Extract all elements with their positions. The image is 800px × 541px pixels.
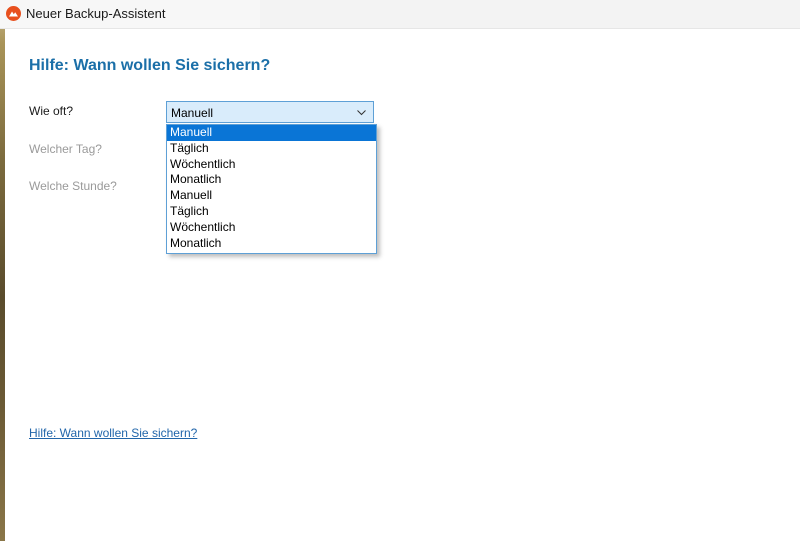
app-logo-icon — [6, 6, 21, 21]
dropdown-option[interactable]: Täglich — [167, 204, 376, 220]
day-label: Welcher Tag? — [29, 142, 102, 156]
hour-label: Welche Stunde? — [29, 179, 117, 193]
page-title: Hilfe: Wann wollen Sie sichern? — [29, 57, 271, 74]
frequency-combobox[interactable]: Manuell — [166, 101, 374, 123]
frequency-label: Wie oft? — [29, 104, 74, 118]
dropdown-option[interactable]: Monatlich — [167, 172, 376, 188]
window-title: Neuer Backup-Assistent — [26, 6, 166, 21]
backup-wizard-window: Neuer Backup-Assistent Hilfe: Wann wolle… — [0, 0, 800, 541]
dropdown-option[interactable]: Manuell — [167, 125, 376, 141]
dropdown-option[interactable]: Monatlich — [167, 236, 376, 252]
title-bar[interactable]: Neuer Backup-Assistent — [0, 0, 800, 29]
desktop-background — [0, 0, 5, 541]
dropdown-option[interactable]: Manuell — [167, 188, 376, 204]
frequency-combobox-value: Manuell — [171, 106, 214, 120]
dropdown-option[interactable]: Wöchentlich — [167, 220, 376, 236]
help-link[interactable]: Hilfe: Wann wollen Sie sichern? — [29, 426, 197, 440]
dropdown-option[interactable]: Täglich — [167, 141, 376, 157]
dropdown-option[interactable]: Wöchentlich — [167, 157, 376, 173]
frequency-dropdown-list[interactable]: Manuell Täglich Wöchentlich Monatlich Manuel… — [166, 124, 377, 254]
chevron-down-icon[interactable] — [356, 107, 367, 118]
